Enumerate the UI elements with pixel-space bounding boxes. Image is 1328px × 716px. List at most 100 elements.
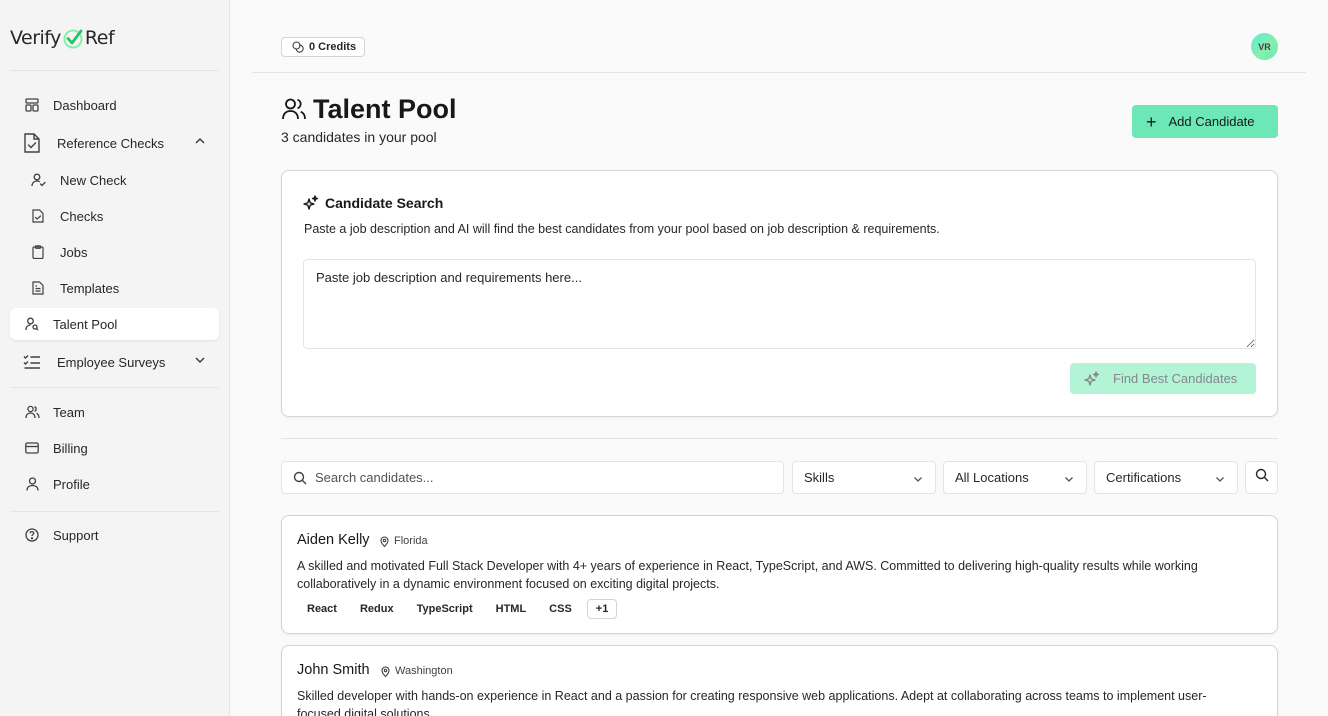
user-search-icon [24,316,40,332]
skill-tag: Redux [359,603,394,615]
chevron-down-icon [1214,473,1226,485]
sidebar-item-label: Team [53,404,85,420]
sidebar-item-team[interactable]: Team [10,396,219,428]
map-pin-icon [380,665,391,677]
sidebar-item-dashboard[interactable]: Dashboard [10,89,219,121]
chevron-up-icon [193,134,207,148]
sidebar-divider [10,511,219,512]
skill-tag: HTML [495,603,527,615]
users-icon [281,97,307,123]
sidebar-item-billing[interactable]: Billing [10,432,219,464]
file-check-icon [22,133,42,153]
candidate-bio: A skilled and motivated Full Stack Devel… [297,559,1198,591]
user-icon [24,476,40,492]
sidebar-item-label: Templates [60,280,120,296]
sidebar-item-jobs[interactable]: Jobs [10,236,219,268]
sidebar-item-checks[interactable]: Checks [10,200,219,232]
coins-icon [292,41,304,53]
candidate-search-field[interactable] [281,461,784,494]
candidate-name[interactable]: John Smith [297,662,370,678]
candidate-bio: Skilled developer with hands-on experien… [297,689,1207,716]
candidate-search-heading: Candidate Search [325,195,444,211]
sidebar-divider [10,70,219,71]
location-select-value: All Locations [955,470,1029,485]
section-divider [281,438,1278,439]
sidebar-item-label: Profile [53,476,90,492]
candidate-location: Florida [379,535,428,547]
sidebar-item-label: Dashboard [53,97,117,113]
search-icon [1255,468,1269,487]
candidate-search-card: Candidate Search Paste a job description… [281,170,1278,417]
candidate-search-description: Paste a job description and AI will find… [304,222,940,236]
logo-text-ref: Ref [84,27,115,49]
header-divider [252,72,1306,73]
user-check-icon [30,172,46,188]
sidebar-item-templates[interactable]: Templates [10,272,219,304]
sidebar-item-label: Employee Surveys [57,354,166,370]
candidate-card[interactable]: John Smith Washington Skilled developer … [281,645,1278,716]
candidate-name[interactable]: Aiden Kelly [297,532,370,548]
chevron-down-icon [193,353,207,367]
file-check-icon [30,208,46,224]
sidebar-item-label: Support [53,527,99,543]
sidebar: Verify Ref Dashboard Reference Checks Ne… [0,0,230,716]
sidebar-item-talent-pool[interactable]: Talent Pool [10,308,219,340]
chevron-down-icon [912,473,924,485]
sidebar-item-label: Talent Pool [53,316,118,332]
find-best-candidates-button[interactable]: Find Best Candidates [1070,363,1256,394]
sidebar-item-label: New Check [60,172,127,188]
add-candidate-button[interactable]: + Add Candidate [1132,105,1278,138]
logo-text-verify: Verify [10,27,61,49]
users-icon [24,404,40,420]
candidate-count: 3 candidates in your pool [281,129,437,145]
candidate-card[interactable]: Aiden Kelly Florida A skilled and motiva… [281,515,1278,634]
dashboard-icon [24,97,40,113]
search-candidates-input[interactable] [315,470,755,485]
sidebar-item-profile[interactable]: Profile [10,468,219,500]
skills-select[interactable]: Skills [792,461,936,494]
sidebar-item-new-check[interactable]: New Check [10,164,219,196]
location-select[interactable]: All Locations [943,461,1087,494]
skill-tags: React Redux TypeScript HTML CSS +1 [297,599,620,619]
file-text-icon [30,280,46,296]
check-circle-icon [62,27,84,49]
candidate-location-text: Washington [395,665,453,677]
sidebar-item-label: Jobs [60,244,88,260]
skills-select-value: Skills [804,470,835,485]
sidebar-item-employee-surveys[interactable]: Employee Surveys [10,344,219,380]
sidebar-item-support[interactable]: Support [10,519,219,551]
credits-label: 0 Credits [309,41,357,53]
sidebar-item-label: Checks [60,208,104,224]
sparkles-icon [1084,370,1100,387]
certifications-select-value: Certifications [1106,470,1182,485]
map-pin-icon [379,535,390,547]
skill-tag: CSS [549,603,572,615]
avatar[interactable]: VR [1251,33,1278,60]
clipboard-icon [30,244,46,260]
help-circle-icon [24,527,40,543]
page-title: Talent Pool [281,94,457,125]
candidate-search-title: Candidate Search [303,195,443,211]
search-button[interactable] [1245,461,1278,494]
certifications-select[interactable]: Certifications [1094,461,1238,494]
job-description-input[interactable] [303,259,1256,349]
sidebar-item-reference-checks[interactable]: Reference Checks [10,125,219,161]
skill-tag: TypeScript [416,603,473,615]
skill-tag: React [307,603,337,615]
add-candidate-label: Add Candidate [1168,114,1255,129]
candidate-location-text: Florida [394,535,428,547]
sidebar-divider [10,387,219,388]
search-icon [293,471,307,485]
more-skills-badge[interactable]: +1 [586,599,618,619]
page-heading: Talent Pool [313,94,457,124]
chevron-down-icon [1063,473,1075,485]
logo[interactable]: Verify Ref [10,26,115,50]
sparkles-icon [303,195,319,211]
credits-badge[interactable]: 0 Credits [281,37,366,57]
sidebar-item-label: Reference Checks [57,135,164,151]
candidate-location: Washington [380,665,453,677]
list-checks-icon [22,352,42,372]
sidebar-item-label: Billing [53,440,88,456]
credit-card-icon [24,440,40,456]
plus-icon: + [1146,111,1157,132]
